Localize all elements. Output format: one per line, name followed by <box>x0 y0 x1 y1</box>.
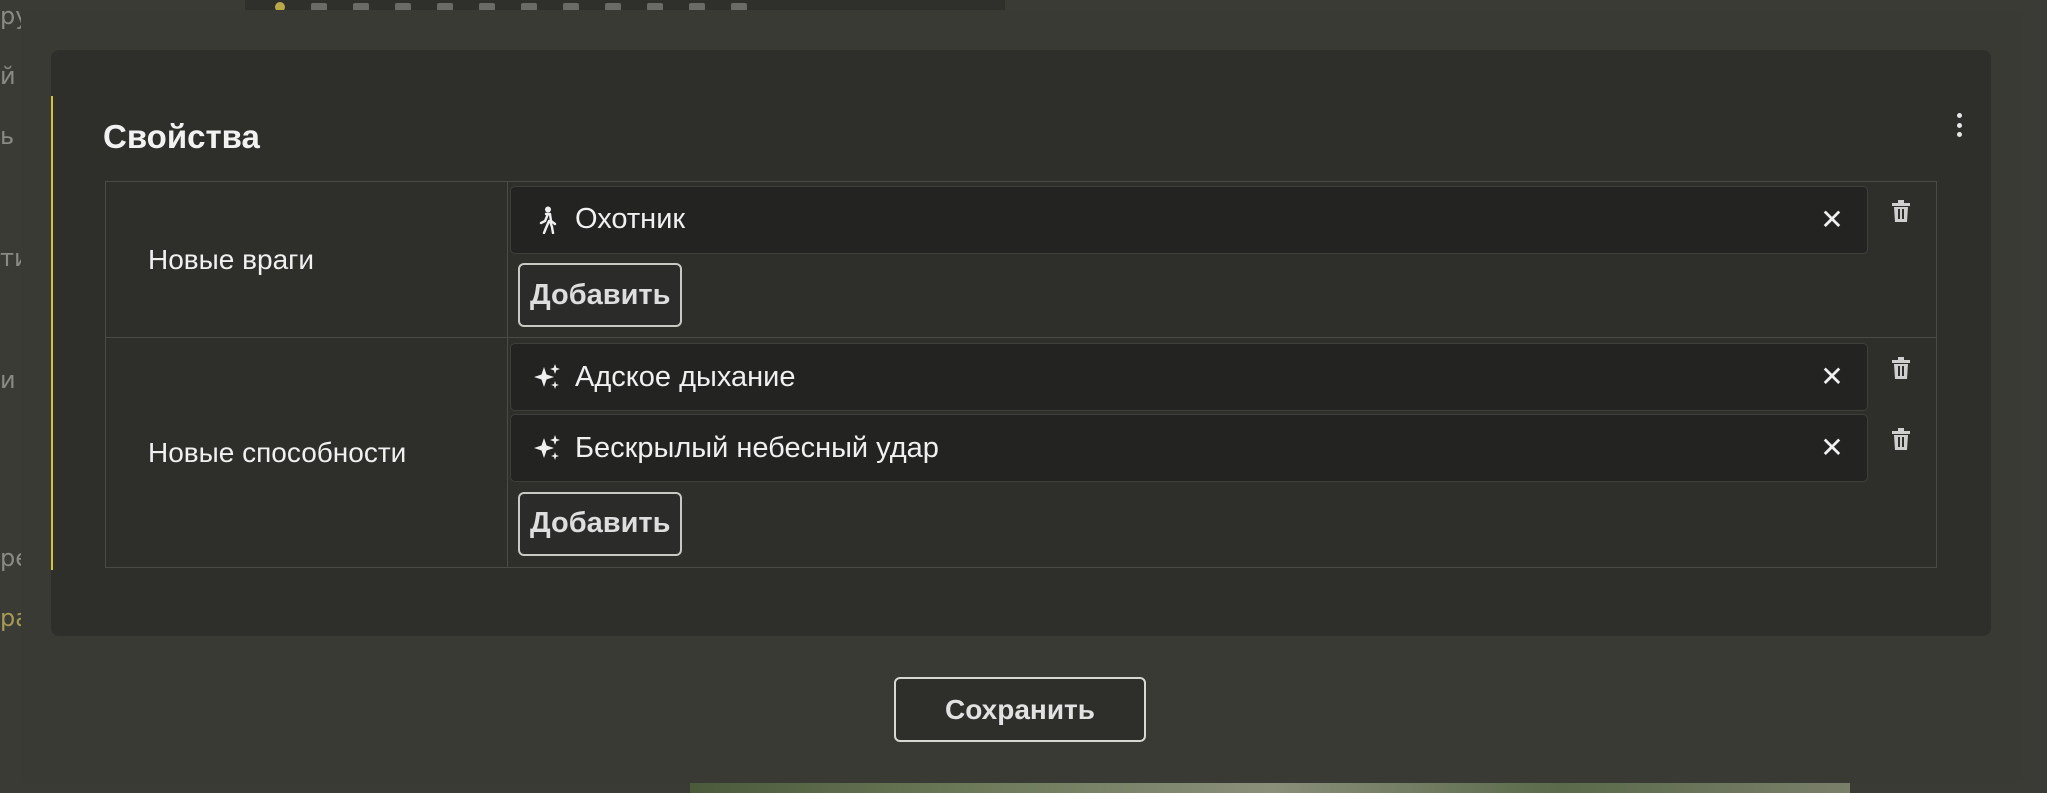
sparkles-icon <box>533 434 561 462</box>
property-row-new-abilities: Новые способности Адское дыхание ✕ Бескр… <box>105 337 1937 568</box>
properties-table: Новые враги Охотник ✕ Добавить Новые спо… <box>105 181 1937 568</box>
panel-accent-bar <box>51 96 53 570</box>
bg-text: ру <box>0 2 22 30</box>
bg-text: ре <box>0 544 22 572</box>
property-label: Новые способности <box>105 337 508 568</box>
property-row-new-enemies: Новые враги Охотник ✕ Добавить <box>105 181 1937 338</box>
ability-chip[interactable]: Адское дыхание ✕ <box>510 343 1868 411</box>
close-icon[interactable]: ✕ <box>1819 205 1845 233</box>
properties-panel: Свойства Новые враги Охотник ✕ Добавить … <box>51 50 1991 636</box>
add-row: Добавить <box>508 255 1936 335</box>
bg-text: ь <box>0 122 15 150</box>
bg-text: ти <box>0 244 22 272</box>
chip-label: Охотник <box>575 203 686 235</box>
list-item: Бескрылый небесный удар ✕ <box>508 413 1936 484</box>
panel-title: Свойства <box>103 118 260 155</box>
bg-text: ра <box>0 604 22 632</box>
add-row: Добавить <box>508 484 1936 564</box>
property-values: Охотник ✕ Добавить <box>507 181 1937 338</box>
properties-modal: Свойства Новые враги Охотник ✕ Добавить … <box>21 10 2021 783</box>
list-item: Адское дыхание ✕ <box>508 342 1936 413</box>
chip-label: Адское дыхание <box>575 360 796 393</box>
bg-text: и <box>0 366 16 394</box>
add-ability-button[interactable]: Добавить <box>518 491 683 556</box>
bg-text: й <box>0 62 16 90</box>
property-label: Новые враги <box>105 181 508 338</box>
save-button[interactable]: Сохранить <box>894 677 1146 742</box>
trash-icon[interactable] <box>1868 414 1934 482</box>
sparkles-icon <box>533 363 561 391</box>
more-vertical-icon[interactable] <box>1949 110 1969 140</box>
close-icon[interactable]: ✕ <box>1819 363 1845 391</box>
close-icon[interactable]: ✕ <box>1819 434 1845 462</box>
background-sidebar: ру й ь ти и ре ра <box>0 0 22 793</box>
property-values: Адское дыхание ✕ Бескрылый небесный удар… <box>507 337 1937 568</box>
chip-label: Бескрылый небесный удар <box>575 431 939 464</box>
walking-person-icon <box>533 206 561 234</box>
trash-icon[interactable] <box>1868 343 1934 411</box>
add-enemy-button[interactable]: Добавить <box>518 263 683 327</box>
enemy-chip[interactable]: Охотник ✕ <box>510 185 1868 254</box>
list-item: Охотник ✕ <box>508 184 1936 255</box>
ability-chip[interactable]: Бескрылый небесный удар ✕ <box>510 414 1868 482</box>
trash-icon[interactable] <box>1868 186 1934 254</box>
